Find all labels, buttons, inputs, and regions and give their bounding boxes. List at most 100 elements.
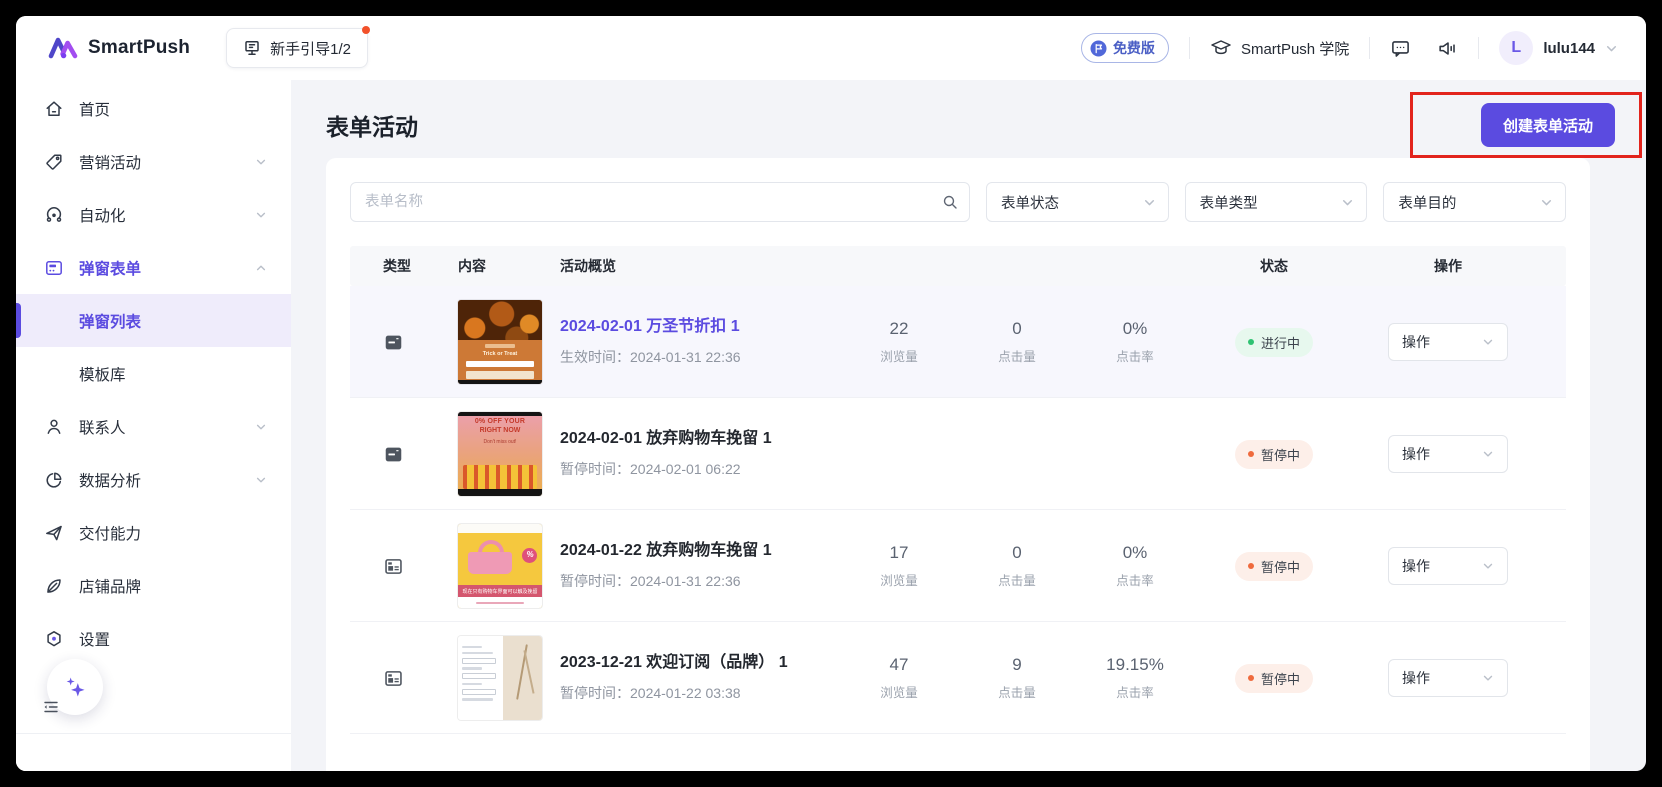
popup-icon	[383, 332, 458, 353]
app-window: SmartPush 新手引导1/2 免费版	[16, 16, 1646, 771]
sidebar-item-popup-list[interactable]: 弹窗列表	[16, 294, 291, 347]
chevron-down-icon	[255, 421, 267, 433]
campaign-time: 暂停时间：2024-01-31 22:36	[560, 571, 840, 591]
main-content: 表单活动 创建表单活动	[291, 80, 1646, 771]
sidebar-item-label: 弹窗列表	[79, 310, 141, 332]
thumbnail-text: 现在只有购物车界面可以触及挽留	[458, 588, 542, 595]
chevron-down-icon	[1482, 560, 1494, 572]
col-action: 操作	[1354, 256, 1542, 276]
row-action-dropdown[interactable]: 操作	[1388, 547, 1508, 585]
chevron-down-icon	[1143, 196, 1156, 209]
sidebar-item-deliverability[interactable]: 交付能力	[16, 506, 291, 559]
table-body: Trick or Treat 2024-02-01 万圣节折扣 1 生效时间：2…	[350, 286, 1566, 734]
form-name-search-input[interactable]	[350, 182, 970, 222]
sidebar-item-popup-forms[interactable]: 弹窗表单	[16, 241, 291, 294]
chevron-down-icon	[1482, 672, 1494, 684]
stat-clicks: 0点击量	[958, 319, 1076, 365]
row-action-dropdown[interactable]: 操作	[1388, 435, 1508, 473]
stat-ctr: 19.15%点击率	[1076, 655, 1194, 701]
campaign-time: 暂停时间：2024-02-01 06:22	[560, 459, 840, 479]
sidebar-item-home[interactable]: 首页	[16, 82, 291, 135]
guide-label: 新手引导1/2	[270, 38, 351, 59]
divider	[1478, 37, 1479, 59]
sidebar-item-label: 弹窗表单	[79, 257, 255, 279]
form-campaign-card: 表单状态 表单类型 表单目的 类型 内容 活动概	[326, 158, 1590, 771]
campaign-title[interactable]: 2023-12-21 欢迎订阅（品牌） 1	[560, 653, 840, 672]
sidebar-item-label: 模板库	[79, 363, 126, 385]
onboarding-guide-button[interactable]: 新手引导1/2	[226, 28, 368, 68]
campaign-time: 生效时间：2024-01-31 22:36	[560, 347, 840, 367]
campaign-title[interactable]: 2024-02-01 放弃购物车挽留 1	[560, 429, 840, 448]
sidebar-item-store-brand[interactable]: 店铺品牌	[16, 559, 291, 612]
settings-icon	[44, 629, 64, 649]
user-menu[interactable]: L lulu144	[1499, 31, 1618, 65]
form-status-select[interactable]: 表单状态	[986, 182, 1169, 222]
table-row[interactable]: 现在只有购物车界面可以触及挽留 2024-01-22 放弃购物车挽留 1 暂停时…	[350, 510, 1566, 622]
send-icon	[44, 523, 64, 543]
automation-icon	[44, 205, 64, 225]
avatar: L	[1499, 31, 1533, 65]
academy-link[interactable]: SmartPush 学院	[1210, 38, 1349, 59]
annotation-highlight: 创建表单活动	[1410, 92, 1642, 158]
chevron-down-icon	[1482, 448, 1494, 460]
campaign-time: 暂停时间：2024-01-22 03:38	[560, 683, 840, 703]
stat-views: 47浏览量	[840, 655, 958, 701]
pie-icon	[44, 470, 64, 490]
brand-name: SmartPush	[88, 37, 190, 59]
sidebar-item-template-library[interactable]: 模板库	[16, 347, 291, 400]
sidebar-item-label: 自动化	[79, 204, 255, 226]
plan-badge[interactable]: 免费版	[1081, 33, 1169, 63]
sidebar-item-label: 营销活动	[79, 151, 255, 173]
sidebar-item-analytics[interactable]: 数据分析	[16, 453, 291, 506]
sidebar-item-marketing[interactable]: 营销活动	[16, 135, 291, 188]
divider	[1369, 37, 1370, 59]
create-form-button[interactable]: 创建表单活动	[1481, 103, 1615, 147]
stat-ctr: 0%点击率	[1076, 543, 1194, 589]
announcement-speaker-icon[interactable]	[1437, 38, 1458, 59]
status-badge: 暂停中	[1235, 552, 1313, 581]
sidebar-item-automation[interactable]: 自动化	[16, 188, 291, 241]
embed-icon	[383, 556, 458, 577]
table-row[interactable]: 2023-12-21 欢迎订阅（品牌） 1 暂停时间：2024-01-22 03…	[350, 622, 1566, 734]
brand[interactable]: SmartPush	[48, 35, 190, 61]
chevron-down-icon	[255, 156, 267, 168]
campaign-thumbnail[interactable]	[458, 636, 542, 720]
action-label: 操作	[1402, 668, 1430, 688]
page-title: 表单活动	[326, 108, 1590, 142]
status-label: 暂停中	[1261, 445, 1300, 464]
campaign-title[interactable]: 2024-01-22 放弃购物车挽留 1	[560, 541, 840, 560]
campaign-thumbnail[interactable]: 现在只有购物车界面可以触及挽留	[458, 524, 542, 608]
action-label: 操作	[1402, 556, 1430, 576]
sidebar-item-contacts[interactable]: 联系人	[16, 400, 291, 453]
sidebar-item-settings[interactable]: 设置	[16, 612, 291, 665]
chevron-down-icon	[255, 474, 267, 486]
thumbnail-text: Don't miss out!	[458, 439, 542, 445]
table-row[interactable]: Trick or Treat 2024-02-01 万圣节折扣 1 生效时间：2…	[350, 286, 1566, 398]
feedback-chat-icon[interactable]	[1390, 38, 1411, 59]
row-action-dropdown[interactable]: 操作	[1388, 323, 1508, 361]
plan-label: 免费版	[1113, 38, 1155, 58]
table-row[interactable]: 0% OFF YOURRIGHT NOWDon't miss out! 2024…	[350, 398, 1566, 510]
status-label: 进行中	[1261, 333, 1300, 352]
collapse-sidebar-icon[interactable]	[42, 698, 60, 721]
sidebar: 首页营销活动自动化弹窗表单弹窗列表模板库联系人数据分析交付能力店铺品牌设置	[16, 80, 291, 771]
academy-label: SmartPush 学院	[1241, 38, 1349, 59]
form-type-select[interactable]: 表单类型	[1185, 182, 1368, 222]
col-overview: 活动概览	[560, 256, 840, 276]
campaign-thumbnail[interactable]: 0% OFF YOURRIGHT NOWDon't miss out!	[458, 412, 542, 496]
action-label: 操作	[1402, 444, 1430, 464]
status-dot	[1248, 339, 1254, 345]
graduation-cap-icon	[1210, 38, 1232, 58]
thumbnail-text: 0% OFF YOUR	[458, 418, 542, 425]
col-type: 类型	[383, 256, 458, 276]
top-bar: SmartPush 新手引导1/2 免费版	[16, 16, 1646, 80]
form-purpose-select[interactable]: 表单目的	[1383, 182, 1566, 222]
divider	[1189, 37, 1190, 59]
status-dot	[1248, 675, 1254, 681]
campaign-title[interactable]: 2024-02-01 万圣节折扣 1	[560, 317, 840, 336]
sidebar-item-label: 数据分析	[79, 469, 255, 491]
chevron-up-icon	[255, 262, 267, 274]
row-action-dropdown[interactable]: 操作	[1388, 659, 1508, 697]
stat-views: 22浏览量	[840, 319, 958, 365]
campaign-thumbnail[interactable]: Trick or Treat	[458, 300, 542, 384]
